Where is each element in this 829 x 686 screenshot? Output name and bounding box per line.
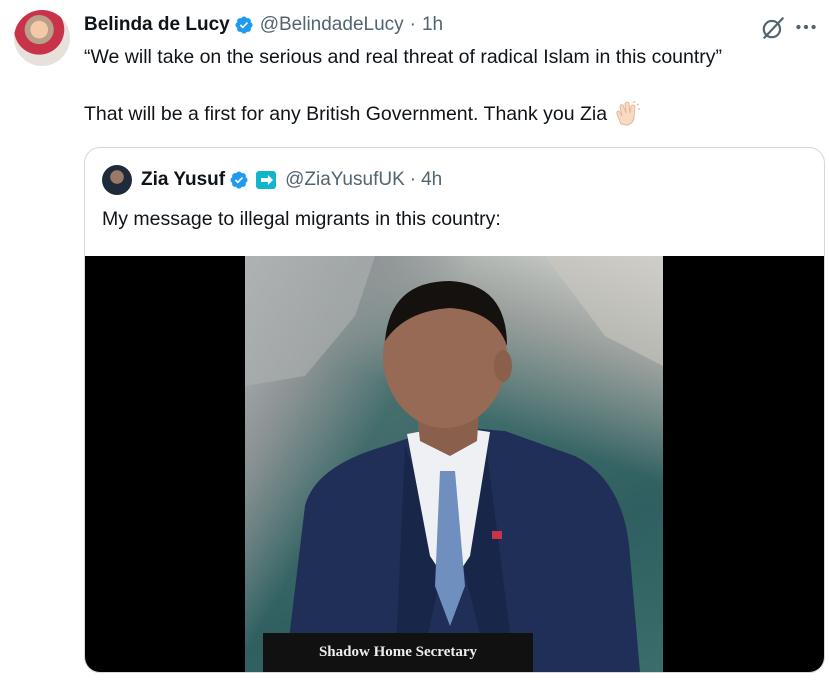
tweet-text-line-2-text: That will be a first for any British Gov… xyxy=(84,103,608,125)
author-name[interactable]: Belinda de Lucy xyxy=(84,14,230,36)
quoted-verified-badge-icon xyxy=(230,171,248,189)
author-avatar[interactable] xyxy=(14,10,70,66)
clapping-hands-emoji xyxy=(615,100,640,126)
tweet-text-line-1: “We will take on the serious and real th… xyxy=(84,46,723,68)
quoted-tweet-header: Zia Yusuf @ZiaYusufUK · 4h xyxy=(102,165,442,195)
video-chyron: Shadow Home Secretary xyxy=(263,633,533,672)
tweet-header: Belinda de Lucy @BelindadeLucy · 1h xyxy=(84,10,443,40)
quoted-author-name[interactable]: Zia Yusuf xyxy=(141,169,225,191)
verified-badge-icon xyxy=(235,16,253,34)
affiliation-badge-icon[interactable] xyxy=(255,170,277,190)
grok-icon[interactable] xyxy=(760,15,786,41)
more-icon[interactable] xyxy=(793,14,819,40)
speaker-figure xyxy=(245,256,663,672)
quoted-author-avatar[interactable] xyxy=(102,165,132,195)
quoted-tweet-timestamp[interactable]: 4h xyxy=(421,169,442,191)
quoted-tweet-card[interactable]: Zia Yusuf @ZiaYusufUK · 4h My message to… xyxy=(84,147,825,673)
tweet-text: “We will take on the serious and real th… xyxy=(84,44,819,127)
separator-dot: · xyxy=(409,14,416,35)
quoted-separator-dot: · xyxy=(409,169,417,190)
quoted-tweet-text: My message to illegal migrants in this c… xyxy=(102,208,501,230)
author-handle[interactable]: @BelindadeLucy xyxy=(260,14,404,36)
video-thumbnail: Shadow Home Secretary xyxy=(245,256,663,672)
quoted-author-handle[interactable]: @ZiaYusufUK xyxy=(285,169,405,191)
tweet-timestamp[interactable]: 1h xyxy=(422,14,443,36)
tweet-text-line-2: That will be a first for any British Gov… xyxy=(84,100,819,127)
video-player[interactable]: Shadow Home Secretary xyxy=(85,256,824,672)
